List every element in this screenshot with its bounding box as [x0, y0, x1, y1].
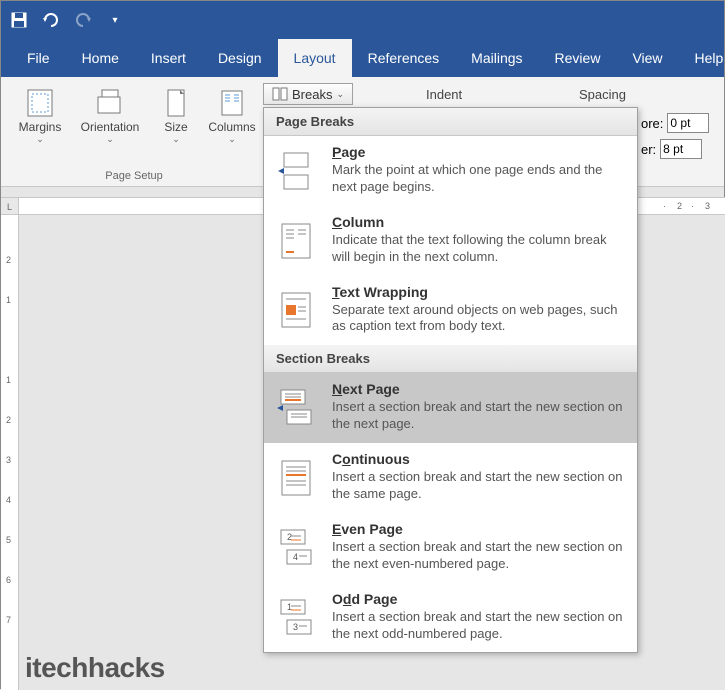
ruler-tick: 3 [705, 201, 710, 211]
margins-label: Margins [19, 121, 62, 134]
odd-page-icon: 13 [276, 591, 316, 643]
size-button[interactable]: Size ⌄ [150, 83, 202, 149]
even-page-icon: 24 [276, 521, 316, 573]
watermark: itechhacks [25, 652, 165, 684]
margins-icon [24, 87, 56, 119]
undo-icon[interactable] [41, 10, 61, 30]
ruler-corner: L [1, 198, 19, 215]
menu-item-column[interactable]: Column Indicate that the text following … [264, 206, 637, 276]
tab-mailings[interactable]: Mailings [455, 39, 538, 77]
menu-item-desc: Mark the point at which one page ends an… [332, 162, 625, 196]
menu-item-continuous[interactable]: Continuous Insert a section break and st… [264, 443, 637, 513]
next-page-icon [276, 381, 316, 433]
ruler-tick: 1 [6, 375, 11, 385]
tab-file[interactable]: File [11, 39, 66, 77]
chevron-down-icon: ⌄ [228, 134, 236, 145]
svg-text:3: 3 [293, 622, 298, 632]
ruler-tick: 4 [6, 495, 11, 505]
orientation-button[interactable]: Orientation ⌄ [74, 83, 146, 149]
margins-button[interactable]: Margins ⌄ [10, 83, 70, 149]
spacing-before-input[interactable] [667, 113, 709, 133]
spacing-after-input[interactable] [660, 139, 702, 159]
chevron-down-icon: ⌄ [36, 134, 44, 145]
text-wrapping-icon [276, 284, 316, 336]
menu-item-title: Text Wrapping [332, 284, 625, 300]
menu-item-desc: Insert a section break and start the new… [332, 399, 625, 433]
title-bar: ▾ [1, 1, 724, 39]
tab-review[interactable]: Review [539, 39, 617, 77]
menu-item-desc: Separate text around objects on web page… [332, 302, 625, 336]
orientation-label: Orientation [81, 121, 140, 134]
menu-item-title: Continuous [332, 451, 625, 467]
ruler-tick: · [691, 201, 694, 211]
ruler-tick: 6 [6, 575, 11, 585]
column-break-icon [276, 214, 316, 266]
tab-view[interactable]: View [616, 39, 678, 77]
breaks-label: Breaks [292, 87, 332, 102]
indent-label: Indent [426, 87, 462, 102]
ruler-tick: 2 [677, 201, 682, 211]
menu-item-desc: Indicate that the text following the col… [332, 232, 625, 266]
ruler-tick: 5 [6, 535, 11, 545]
ruler-tick: 7 [6, 615, 11, 625]
ribbon-tabs: File Home Insert Design Layout Reference… [1, 39, 724, 77]
chevron-down-icon: ⌄ [172, 134, 180, 145]
menu-item-title: Column [332, 214, 625, 230]
tab-home[interactable]: Home [66, 39, 135, 77]
spacing-before-label: ore: [641, 116, 663, 131]
ruler-tick: 2 [6, 255, 11, 265]
save-icon[interactable] [9, 10, 29, 30]
tab-help[interactable]: Help [679, 39, 725, 77]
menu-item-desc: Insert a section break and start the new… [332, 609, 625, 643]
qat-customize-icon[interactable]: ▾ [105, 10, 125, 30]
menu-header-section-breaks: Section Breaks [264, 345, 637, 373]
orientation-icon [94, 87, 126, 119]
columns-button[interactable]: Columns ⌄ [206, 83, 258, 149]
menu-item-title: Page [332, 144, 625, 160]
columns-icon [216, 87, 248, 119]
menu-item-desc: Insert a section break and start the new… [332, 469, 625, 503]
ruler-tick: 2 [6, 415, 11, 425]
menu-item-odd-page[interactable]: 13 Odd Page Insert a section break and s… [264, 583, 637, 653]
spacing-label: Spacing [579, 87, 626, 102]
menu-item-text-wrapping[interactable]: Text Wrapping Separate text around objec… [264, 276, 637, 346]
menu-item-desc: Insert a section break and start the new… [332, 539, 625, 573]
ruler-tick: · [663, 201, 666, 211]
menu-item-next-page[interactable]: Next Page Insert a section break and sta… [264, 373, 637, 443]
size-icon [160, 87, 192, 119]
redo-icon[interactable] [73, 10, 93, 30]
page-break-icon [276, 144, 316, 196]
menu-header-page-breaks: Page Breaks [264, 108, 637, 136]
chevron-down-icon: ⌄ [336, 89, 344, 100]
columns-label: Columns [208, 121, 255, 134]
breaks-menu: Page Breaks Page Mark the point at which… [263, 107, 638, 653]
menu-item-title: Even Page [332, 521, 625, 537]
menu-item-even-page[interactable]: 24 Even Page Insert a section break and … [264, 513, 637, 583]
page-setup-group-label: Page Setup [105, 170, 163, 184]
menu-item-title: Next Page [332, 381, 625, 397]
tab-design[interactable]: Design [202, 39, 278, 77]
breaks-button[interactable]: Breaks ⌄ [263, 83, 353, 105]
tab-layout[interactable]: Layout [278, 39, 352, 77]
ruler-tick: 1 [6, 295, 11, 305]
tab-references[interactable]: References [352, 39, 456, 77]
size-label: Size [164, 121, 187, 134]
breaks-icon [272, 87, 288, 101]
svg-text:4: 4 [293, 552, 298, 562]
menu-item-page[interactable]: Page Mark the point at which one page en… [264, 136, 637, 206]
vertical-ruler: 2 1 1 2 3 4 5 6 7 [1, 215, 19, 690]
menu-item-title: Odd Page [332, 591, 625, 607]
spacing-after-label: er: [641, 142, 656, 157]
tab-insert[interactable]: Insert [135, 39, 202, 77]
ruler-tick: 3 [6, 455, 11, 465]
chevron-down-icon: ⌄ [106, 134, 114, 145]
continuous-icon [276, 451, 316, 503]
